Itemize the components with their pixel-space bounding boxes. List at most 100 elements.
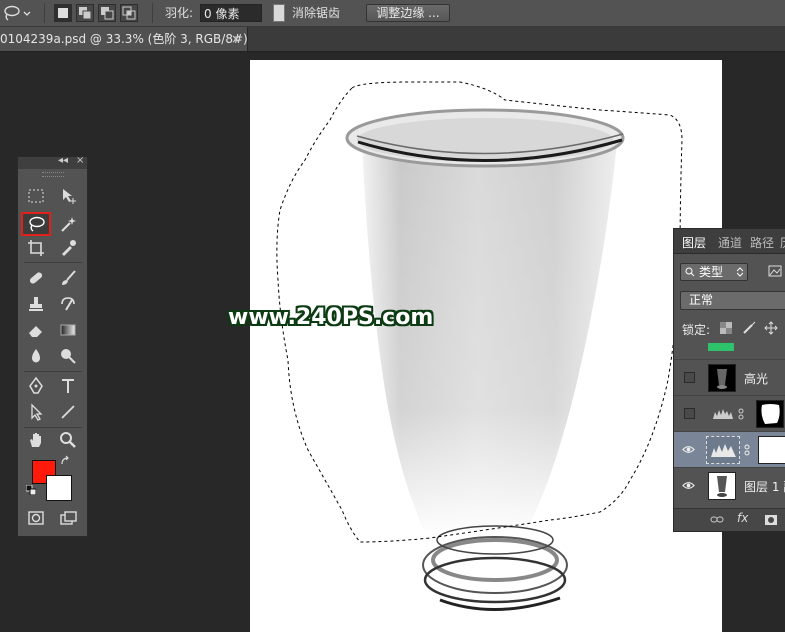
collapse-icon[interactable]: ◂◂ [58, 155, 68, 166]
layer-mask-thumbnail [758, 436, 785, 464]
antialias-label: 消除锯齿 [292, 6, 341, 20]
brush-icon [62, 270, 76, 285]
dodge-icon [61, 349, 76, 364]
screen-mode-icon [60, 511, 77, 525]
move-icon [63, 189, 76, 204]
layers-panel-tabs: 图层 通道 路径 历 [674, 229, 785, 254]
toolbox-header: ◂◂ × [18, 155, 87, 169]
tab-history[interactable]: 历 [780, 234, 785, 251]
lock-position-icon[interactable] [764, 321, 778, 335]
type-tool[interactable] [54, 375, 82, 397]
updown-arrow-icon [737, 267, 743, 277]
marquee-tool[interactable] [22, 185, 50, 207]
add-selection-icon [79, 7, 92, 20]
search-icon [685, 267, 695, 277]
layer-thumbnail [706, 436, 740, 464]
add-to-selection-button[interactable] [76, 4, 94, 22]
feather-input[interactable]: 0 像素 [200, 4, 262, 22]
dodge-tool[interactable] [54, 345, 82, 367]
close-icon[interactable]: × [76, 155, 84, 166]
eraser-icon [29, 326, 42, 337]
default-colors-icon[interactable] [26, 485, 36, 495]
new-selection-button[interactable] [54, 4, 72, 22]
document-title: 0104239a.psd @ 33.3% (色阶 3, RGB/8#) * [0, 32, 248, 46]
gradient-tool[interactable] [54, 319, 82, 341]
quick-mask-button[interactable] [22, 507, 50, 529]
document-tab[interactable]: 0104239a.psd @ 33.3% (色阶 3, RGB/8#) * × [0, 27, 248, 51]
magic-wand-icon [61, 217, 76, 232]
toolbox-grip[interactable] [42, 172, 64, 177]
layer-thumbnail [708, 472, 736, 500]
new-selection-icon [58, 8, 68, 18]
document-canvas[interactable] [250, 60, 722, 632]
healing-brush-tool[interactable] [22, 267, 50, 289]
line-icon [61, 405, 75, 419]
magic-wand-tool[interactable] [54, 213, 82, 235]
image-filter-icon[interactable] [768, 265, 782, 277]
layer-row[interactable] [674, 395, 785, 431]
hand-tool[interactable] [22, 429, 50, 451]
eraser-tool[interactable] [22, 319, 50, 341]
cup-artwork [276, 81, 683, 611]
eyedropper-tool[interactable] [54, 237, 82, 259]
link-icon [744, 444, 750, 456]
toolbox: ◂◂ × [17, 155, 88, 537]
pen-tool[interactable] [22, 375, 50, 397]
link-icon[interactable] [710, 514, 724, 526]
intersect-selection-button[interactable] [120, 4, 138, 22]
mask-icon[interactable] [764, 514, 778, 526]
tab-channels[interactable]: 通道 [718, 234, 742, 251]
subtract-from-selection-button[interactable] [98, 4, 116, 22]
layer-row[interactable]: 图层 1 副 [674, 467, 785, 503]
filter-label: 类型 [699, 265, 724, 279]
tab-layers[interactable]: 图层 [682, 234, 706, 251]
crop-tool[interactable] [22, 237, 50, 259]
eye-icon[interactable] [682, 443, 695, 456]
swap-colors-icon[interactable] [60, 455, 72, 467]
layer-name: 图层 1 副 [744, 480, 785, 494]
zoom-icon [60, 432, 76, 448]
lasso-icon [4, 5, 20, 21]
layer-row-selected[interactable] [674, 431, 785, 467]
layer-row[interactable]: 高光 [674, 359, 785, 395]
bandage-icon [29, 272, 43, 284]
layer-filter-select[interactable]: 类型 [680, 263, 748, 281]
subtract-selection-icon [101, 7, 114, 20]
history-brush-tool[interactable] [54, 293, 82, 315]
close-icon[interactable]: × [231, 27, 241, 51]
clone-stamp-tool[interactable] [22, 293, 50, 315]
screen-mode-button[interactable] [54, 507, 82, 529]
refine-edge-button[interactable]: 调整边缘 ... [366, 4, 450, 22]
stamp-icon [29, 297, 43, 311]
crop-icon [28, 240, 44, 256]
zoom-tool[interactable] [54, 429, 82, 451]
visibility-toggle[interactable] [684, 408, 695, 419]
tab-paths[interactable]: 路径 [750, 234, 774, 251]
gradient-icon [60, 324, 76, 336]
lasso-icon [29, 216, 45, 232]
blur-tool[interactable] [22, 345, 50, 367]
document-tab-bar: 0104239a.psd @ 33.3% (色阶 3, RGB/8#) * × [0, 27, 785, 52]
brush-tool[interactable] [54, 267, 82, 289]
marquee-icon [28, 189, 44, 203]
eye-icon[interactable] [682, 479, 695, 492]
move-tool[interactable] [54, 185, 82, 207]
hand-icon [30, 433, 41, 447]
options-bar: 羽化: 0 像素 消除锯齿 调整边缘 ... [0, 0, 785, 27]
path-selection-tool[interactable] [22, 401, 50, 423]
eyedropper-icon [62, 240, 76, 256]
fx-icon[interactable]: fx [737, 511, 748, 525]
line-tool[interactable] [54, 401, 82, 423]
layer-name: 高光 [744, 372, 769, 386]
layers-footer: fx [674, 508, 785, 531]
background-color-swatch[interactable] [46, 475, 72, 501]
layer-thumbnail [708, 364, 736, 392]
blend-mode-select[interactable]: 正常 [680, 291, 785, 310]
lock-pixels-icon[interactable] [742, 321, 756, 335]
lasso-tool[interactable] [21, 212, 51, 236]
tool-preset-picker[interactable] [2, 4, 38, 22]
antialias-checkbox[interactable] [273, 4, 285, 22]
layer-row[interactable] [674, 335, 785, 357]
lock-transparent-icon[interactable] [720, 322, 732, 334]
visibility-toggle[interactable] [684, 372, 695, 383]
